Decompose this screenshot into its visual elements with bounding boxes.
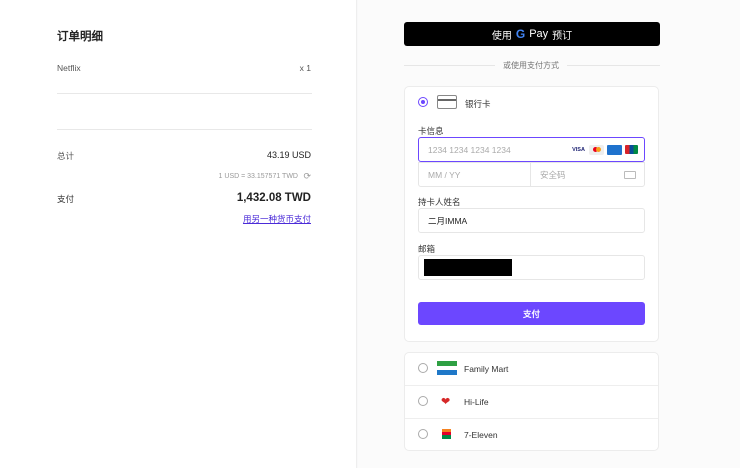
gpay-suffix: 预订: [552, 30, 573, 42]
expiry-input[interactable]: MM / YY: [418, 162, 531, 187]
holder-name-input[interactable]: 二月IMMA: [418, 208, 645, 233]
google-g-icon: G: [515, 27, 526, 41]
mastercard-icon: [589, 144, 604, 155]
divider: [57, 93, 312, 94]
card-number-input[interactable]: 1234 1234 1234 1234 VISA: [418, 137, 645, 162]
store-name: Family Mart: [464, 363, 509, 374]
amex-icon: [607, 144, 622, 155]
item-name: Netflix: [57, 63, 81, 73]
visa-icon: VISA: [572, 146, 585, 153]
cvc-input[interactable]: 安全码: [530, 162, 645, 187]
gpay-brand: Pay: [529, 28, 549, 40]
store-option-7-eleven[interactable]: 7-Eleven: [404, 418, 659, 451]
order-title: 订单明细: [57, 31, 103, 43]
pay-label: 支付: [57, 194, 75, 204]
store-option-hi-life[interactable]: ❤ Hi-Life: [404, 385, 659, 418]
family-mart-logo-icon: [437, 361, 457, 375]
store-name: Hi-Life: [464, 396, 489, 407]
pay-value: 1,432.08 TWD: [236, 192, 311, 204]
email-label: 邮箱: [418, 244, 436, 254]
total-label: 总计: [57, 151, 75, 161]
holder-name-value: 二月IMMA: [428, 215, 468, 226]
store-name: 7-Eleven: [464, 429, 498, 440]
seven-eleven-logo-icon: [442, 429, 451, 439]
refresh-icon[interactable]: ⟳: [303, 171, 311, 182]
email-input[interactable]: [418, 255, 645, 280]
store-option-family-mart[interactable]: Family Mart: [404, 352, 659, 385]
order-summary-panel: 订单明细 Netflix x 1 总计 43.19 USD 1 USD = 33…: [0, 0, 357, 468]
cvc-card-icon: [624, 170, 636, 179]
unionpay-icon: [625, 145, 638, 154]
alt-payment-divider: 或使用支付方式: [495, 60, 567, 71]
holder-label: 持卡人姓名: [418, 197, 461, 207]
redacted-email: [424, 259, 512, 276]
hi-life-heart-icon: ❤: [441, 396, 451, 408]
google-pay-button[interactable]: 使用 G Pay 预订: [404, 22, 660, 46]
pay-button[interactable]: 支付: [418, 302, 645, 325]
card-number-placeholder: 1234 1234 1234 1234: [428, 144, 511, 155]
family-mart-radio[interactable]: [418, 363, 428, 373]
hi-life-radio[interactable]: [418, 396, 428, 406]
other-currency-link[interactable]: 用另一种货币支付: [243, 213, 311, 225]
credit-card-icon: [437, 95, 457, 109]
expiry-placeholder: MM / YY: [428, 169, 461, 180]
divider: [57, 129, 312, 130]
seven-eleven-radio[interactable]: [418, 429, 428, 439]
exchange-rate: 1 USD = 33.157571 TWD: [218, 173, 298, 180]
card-info-label: 卡信息: [418, 126, 444, 136]
total-value: 43.19 USD: [266, 150, 311, 160]
bank-card-label: 银行卡: [465, 99, 491, 109]
item-qty: x 1: [299, 63, 311, 73]
bank-card-radio[interactable]: [418, 97, 428, 107]
cvc-placeholder: 安全码: [540, 169, 566, 180]
gpay-prefix: 使用: [491, 30, 512, 42]
